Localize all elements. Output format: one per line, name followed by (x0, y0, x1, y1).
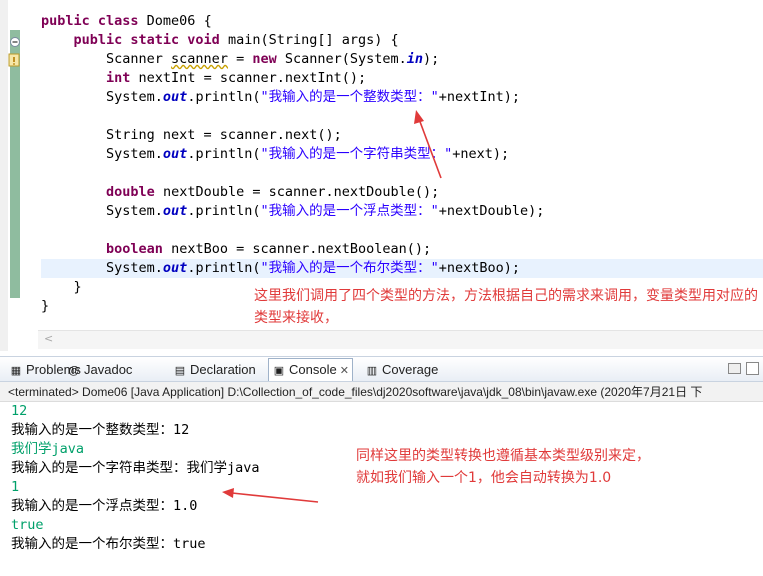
console-input-line: 1 (11, 479, 20, 495)
problems-icon: ▦ (10, 365, 22, 377)
annotation-text-bottom-1: 同样这里的类型转换也遵循基本类型级别来定， (356, 448, 650, 464)
tab-label: Coverage (382, 362, 439, 377)
console-input-line: 12 (11, 403, 28, 419)
annotation-text-bottom-2: 就如我们输入一个1，他会自动转换为1.0 (356, 470, 612, 486)
console-input-line: 我们学java (11, 441, 85, 457)
horizontal-scrollbar[interactable]: < (38, 330, 763, 349)
console-output-line: 我输入的是一个字符串类型：我们学java (11, 460, 260, 476)
annotation-text-top: 这里我们调用了四个类型的方法，方法根据自己的需求来调用，变量类型用对应的类型来接… (254, 288, 758, 326)
minimize-icon[interactable] (728, 363, 741, 374)
tab-console[interactable]: ▣ Console ✕ (268, 358, 353, 381)
console-output-line: 我输入的是一个浮点类型：1.0 (11, 498, 198, 514)
tab-label: Javadoc (84, 362, 133, 377)
tab-label: Declaration (190, 362, 256, 377)
console-output-line: 我输入的是一个布尔类型：true (11, 536, 206, 552)
close-icon[interactable]: ✕ (337, 365, 349, 377)
declaration-icon: ▤ (174, 365, 186, 377)
javadoc-icon: @ (68, 365, 80, 377)
console-input-line: true (11, 517, 44, 533)
scroll-left-icon[interactable]: < (44, 332, 53, 345)
maximize-icon[interactable] (746, 362, 759, 375)
code-editor[interactable]: public class Dome06 { public static void… (0, 0, 763, 351)
coverage-icon: ▥ (366, 365, 378, 377)
console-icon: ▣ (273, 365, 285, 377)
tab-label: Console (289, 362, 337, 377)
console-status: <terminated> Dome06 [Java Application] D… (0, 382, 763, 402)
tab-javadoc[interactable]: @ Javadoc (64, 360, 135, 379)
tab-declaration[interactable]: ▤ Declaration (170, 360, 259, 379)
console-output-line: 我输入的是一个整数类型：12 (11, 422, 190, 438)
view-tab-bar: ▦ Problems @ Javadoc ▤ Declaration ▣ Console ✕ ▥… (0, 356, 763, 382)
tab-coverage[interactable]: ▥ Coverage (362, 360, 441, 379)
